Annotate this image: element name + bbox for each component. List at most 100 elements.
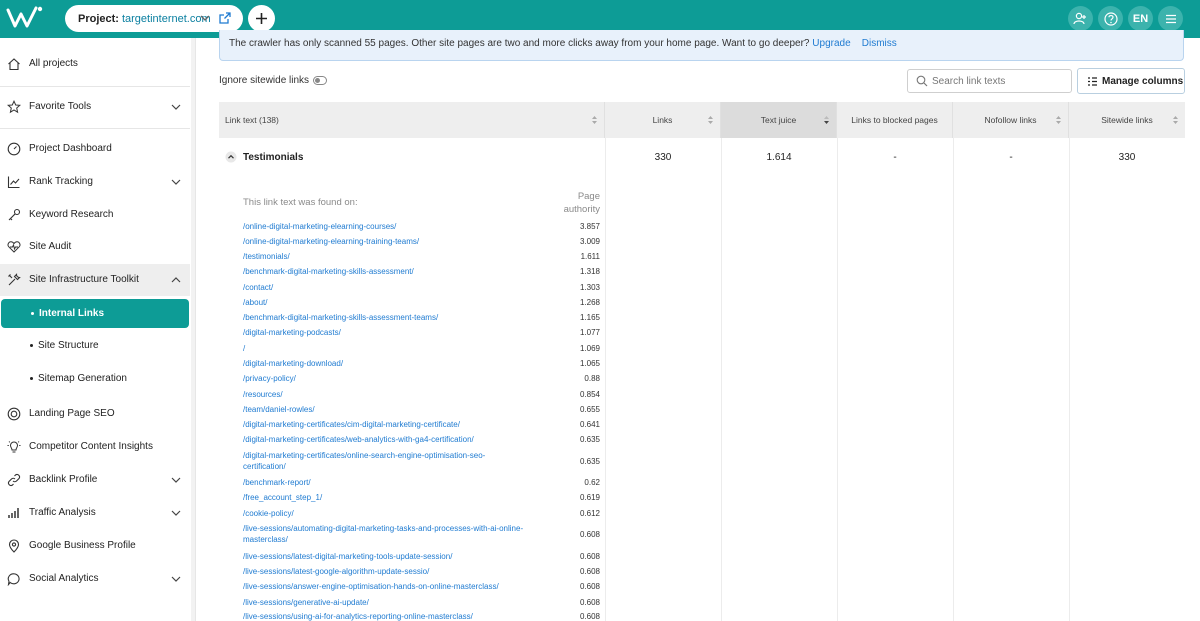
main-menu-button[interactable] [1158,6,1183,31]
language-button[interactable]: EN [1128,6,1153,31]
page-url-link[interactable]: /live-sessions/latest-digital-marketing-… [243,551,543,562]
dashboard-icon [7,142,21,156]
sidebar-item-rank-tracking[interactable]: Rank Tracking [0,166,190,198]
column-header-links[interactable]: Links [605,102,721,138]
sort-desc-icon [824,116,829,124]
page-authority-value: 0.62 [584,478,600,487]
page-url-link[interactable]: /online-digital-marketing-elearning-cour… [243,221,543,232]
column-header-blocked[interactable]: Links to blocked pages [837,102,953,138]
sidebar-item-google-business[interactable]: Google Business Profile [0,530,190,562]
sidebar-item-internal-links[interactable]: Internal Links [1,299,189,328]
sidebar-item-sitemap-generation[interactable]: Sitemap Generation [0,363,190,395]
page-url-link[interactable]: /live-sessions/using-ai-for-analytics-re… [243,611,543,621]
page-url-link[interactable]: /live-sessions/latest-google-algorithm-u… [243,566,543,577]
sidebar-item-label: All projects [29,58,78,69]
page-url-link[interactable]: /testimonials/ [243,251,543,262]
page-url-link[interactable]: /contact/ [243,282,543,293]
columns-icon [1088,77,1097,86]
page-url-link[interactable]: /online-digital-marketing-elearning-trai… [243,236,543,247]
sidebar-item-project-dashboard[interactable]: Project Dashboard [0,133,190,165]
row-name[interactable]: Testimonials [225,151,303,163]
sidebar-item-site-structure[interactable]: Site Structure [0,330,190,362]
page-authority-value: 1.611 [580,252,600,261]
chevron-down-icon [171,576,181,582]
page-url-link[interactable]: /digital-marketing-certificates/cim-digi… [243,419,543,430]
page-url-link[interactable]: /benchmark-digital-marketing-skills-asse… [243,266,543,277]
help-button[interactable] [1098,6,1123,31]
upgrade-link[interactable]: Upgrade [812,38,850,49]
cell-links: 330 [654,152,672,163]
page-url-link[interactable]: /benchmark-report/ [243,477,543,488]
bar-chart-icon [8,508,19,518]
sidebar-item-site-audit[interactable]: Site Audit [0,231,190,263]
page-url-link[interactable]: /digital-marketing-podcasts/ [243,327,543,338]
page-authority-value: 1.268 [579,298,600,307]
page-url-link[interactable]: /team/daniel-rowles/ [243,404,543,415]
chevron-down-icon[interactable] [199,12,211,24]
sidebar-item-label: Backlink Profile [29,474,98,485]
page-url-link[interactable]: /benchmark-digital-marketing-skills-asse… [243,312,543,323]
sidebar-item-landing-page-seo[interactable]: Landing Page SEO [0,398,190,430]
link-icon [7,473,21,487]
external-link-icon[interactable] [219,12,231,24]
users-button[interactable] [1068,6,1093,31]
sidebar-item-traffic-analysis[interactable]: Traffic Analysis [0,497,190,529]
column-header-link-text[interactable]: Link text (138) [219,102,605,138]
page-url-link[interactable]: /about/ [243,297,543,308]
project-selector[interactable]: Project: targetinternet.com [65,5,243,32]
home-icon [8,58,20,71]
dismiss-link[interactable]: Dismiss [862,38,897,49]
page-authority-value: 1.077 [579,328,600,337]
page-authority-value: 0.608 [579,598,600,607]
page-url-link[interactable]: /digital-marketing-certificates/web-anal… [243,434,543,445]
page-url-link[interactable]: /resources/ [243,389,543,400]
ignore-sitewide-toggle[interactable] [313,76,328,85]
page-url-link[interactable]: /live-sessions/generative-ai-update/ [243,597,543,608]
page-url-link[interactable]: /digital-marketing-certificates/online-s… [243,450,513,472]
page-url-link[interactable]: /free_account_step_1/ [243,492,543,503]
page-authority-value: 0.88 [584,374,600,383]
table-row[interactable]: Testimonials 330 1.614 - - 330 [219,138,1185,174]
sidebar-item-site-infrastructure[interactable]: Site Infrastructure Toolkit [0,264,190,296]
cell-nofollow: - [1009,152,1013,163]
cell-text-juice: 1.614 [766,152,792,163]
search-placeholder: Search link texts [932,76,1006,87]
manage-columns-button[interactable]: Manage columns [1077,68,1185,94]
logo-icon[interactable] [6,4,46,32]
sidebar-item-favorite-tools[interactable]: Favorite Tools [0,91,190,123]
page-url-link[interactable]: /live-sessions/automating-digital-market… [243,523,543,545]
column-header-sitewide[interactable]: Sitewide links [1069,102,1185,138]
map-pin-icon [8,539,20,553]
sidebar-item-backlink-profile[interactable]: Backlink Profile [0,464,190,496]
sidebar-item-all-projects[interactable]: All projects [0,48,190,80]
column-divider [953,138,954,621]
add-project-button[interactable] [248,5,275,32]
heart-pulse-icon [7,241,21,253]
star-icon [7,100,21,114]
sidebar-item-keyword-research[interactable]: Keyword Research [0,199,190,231]
sidebar-item-competitor-content[interactable]: Competitor Content Insights [0,431,190,463]
key-icon [8,208,21,221]
page-url-link[interactable]: / [243,343,543,354]
sidebar-item-social-analytics[interactable]: Social Analytics [0,563,190,595]
sidebar-scrollbar[interactable] [191,38,195,621]
column-header-nofollow[interactable]: Nofollow links [953,102,1069,138]
page-url-link[interactable]: /privacy-policy/ [243,373,543,384]
page-authority-value: 0.608 [579,552,600,561]
page-url-link[interactable]: /live-sessions/answer-engine-optimisatio… [243,581,543,592]
target-icon [7,407,21,421]
sidebar-item-label: Internal Links [39,308,105,319]
divider [0,128,190,129]
page-url-link[interactable]: /digital-marketing-download/ [243,358,543,369]
page-url-link[interactable]: /cookie-policy/ [243,508,543,519]
sort-icon [592,116,597,124]
column-header-text-juice[interactable]: Text juice [721,102,837,138]
row-name-label: Testimonials [243,151,304,163]
search-link-texts-input[interactable]: Search link texts [907,69,1072,93]
chevron-up-icon [171,277,181,283]
found-on-label: This link text was found on: [243,197,358,208]
lightbulb-icon [7,441,21,453]
plus-icon [256,13,267,24]
collapse-icon[interactable] [225,151,237,163]
line-chart-icon [7,176,20,189]
